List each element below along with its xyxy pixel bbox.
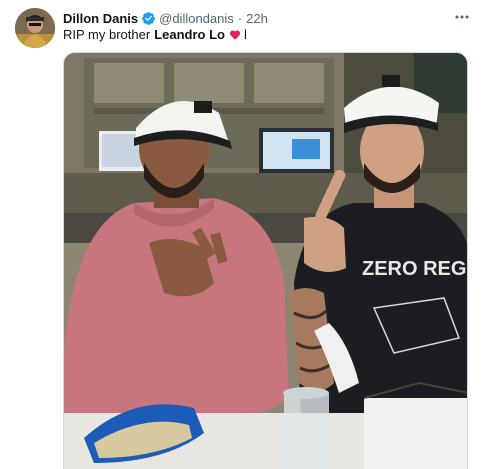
tshirt-text: ZERO REGRET bbox=[362, 258, 468, 280]
more-dots-icon bbox=[455, 15, 469, 19]
photo-icon: ZERO REGRET bbox=[64, 53, 468, 469]
separator-dot: · bbox=[237, 10, 243, 26]
timestamp[interactable]: 22h bbox=[246, 11, 268, 26]
avatar[interactable] bbox=[15, 8, 55, 48]
tweet-mention-name: Leandro Lo bbox=[154, 27, 225, 42]
tweet-card[interactable]: Dillon Danis @dillondanis · 22h RIP my b… bbox=[0, 0, 483, 469]
author-display-name[interactable]: Dillon Danis bbox=[63, 11, 138, 26]
author-handle[interactable]: @dillondanis bbox=[159, 11, 234, 26]
tweet-text: RIP my brother Leandro Lo l bbox=[63, 26, 247, 43]
tweet-text-prefix: RIP my brother bbox=[63, 27, 151, 42]
avatar-image bbox=[15, 8, 55, 48]
verified-badge-icon bbox=[141, 11, 156, 26]
tweet-photo[interactable]: ZERO REGRET bbox=[63, 52, 468, 469]
tweet-header: Dillon Danis @dillondanis · 22h bbox=[63, 9, 268, 27]
red-heart-icon bbox=[229, 29, 241, 41]
tweet-text-suffix: l bbox=[243, 27, 247, 42]
more-options-button[interactable] bbox=[451, 10, 473, 24]
